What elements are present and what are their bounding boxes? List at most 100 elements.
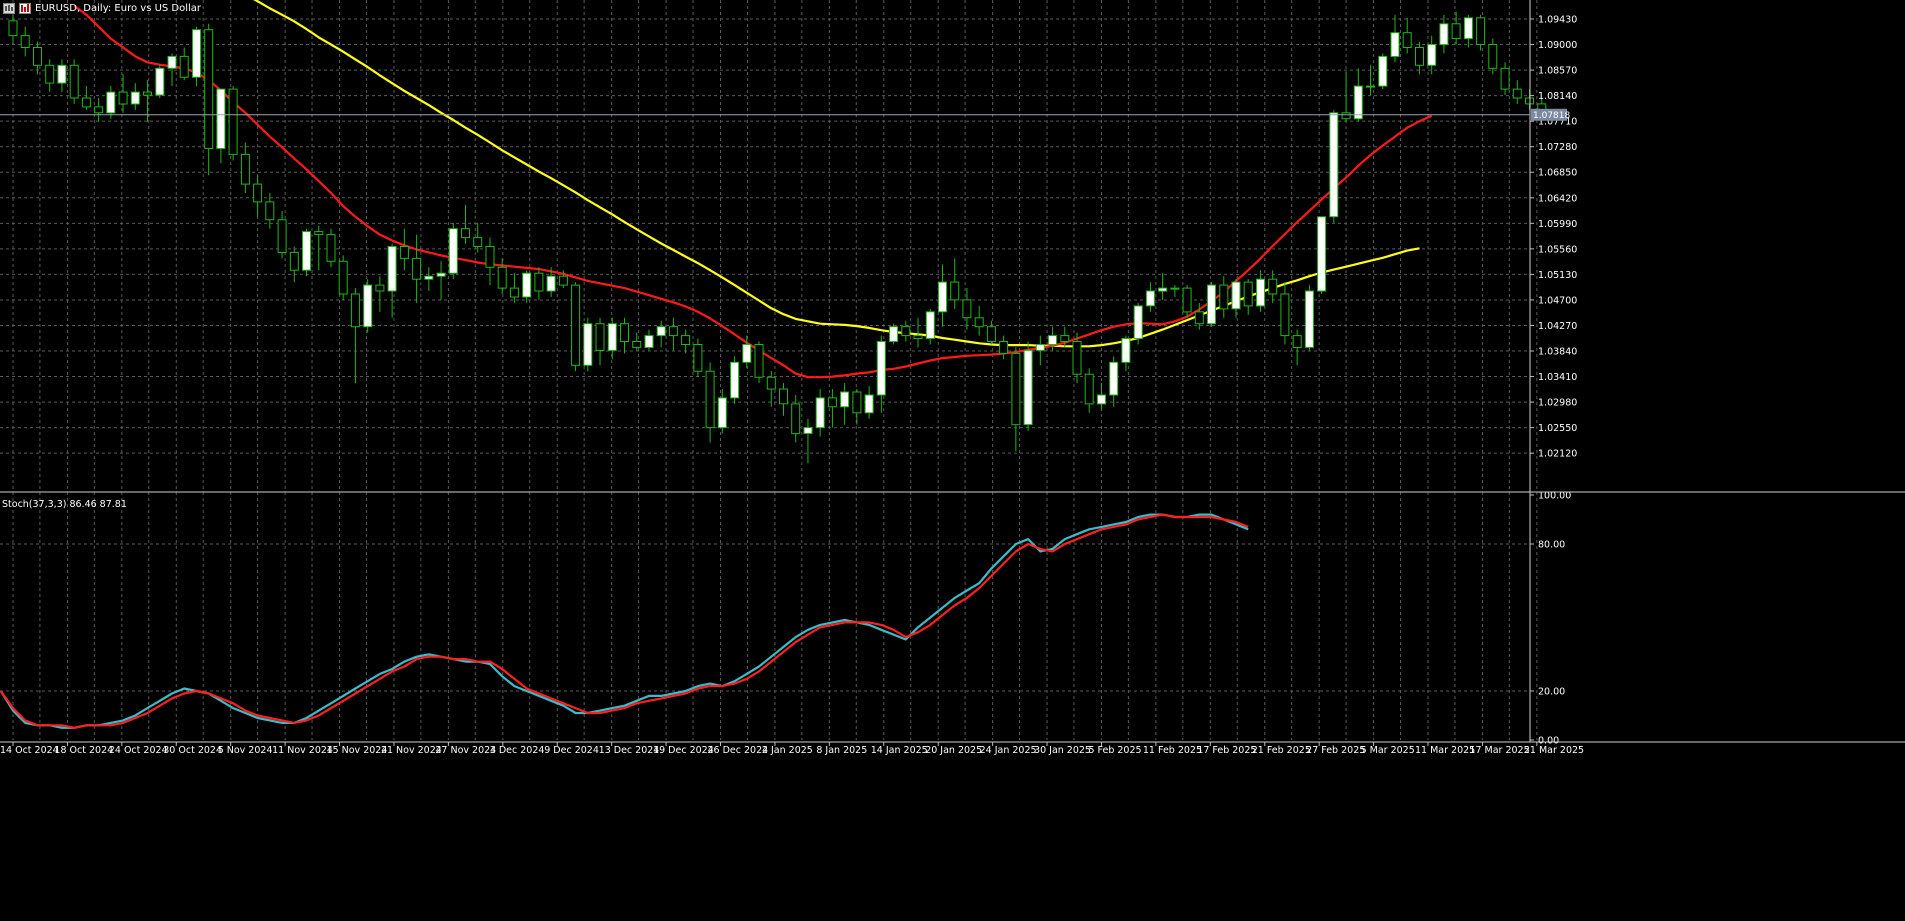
bull-candle xyxy=(1463,17,1473,40)
bear-candle xyxy=(1084,373,1094,405)
bear-candle xyxy=(1072,341,1082,375)
y-tick-label: 1.02550 xyxy=(1538,423,1577,434)
bear-candle xyxy=(779,388,788,405)
bear-candle xyxy=(375,284,385,292)
y-tick-label: 1.07280 xyxy=(1538,142,1577,153)
bear-candle xyxy=(1415,47,1424,66)
bull-candle xyxy=(192,29,201,78)
y-tick-label: 1.02980 xyxy=(1538,398,1577,409)
chart-header: EURUSD, Daily: Euro vs US Dollar xyxy=(3,1,201,15)
bear-candle xyxy=(1182,287,1192,313)
bull-candle xyxy=(1353,85,1363,120)
bear-candle xyxy=(473,237,483,248)
bear-candle xyxy=(1402,32,1412,49)
bear-candle xyxy=(693,344,703,372)
bull-candle xyxy=(302,231,311,271)
chart-canvas[interactable]: 1.094301.090001.085701.081401.077101.072… xyxy=(0,0,1905,917)
bear-candle xyxy=(1280,293,1290,337)
bear-candle xyxy=(571,284,581,366)
bear-candle xyxy=(118,91,128,105)
x-tick-label: 13 Dec 2024 xyxy=(599,745,660,756)
x-tick-label: 11 Mar 2025 xyxy=(1415,745,1475,756)
y-tick-label: 1.08570 xyxy=(1538,66,1577,77)
chart-window[interactable]: 1.09430 1.09000 1.08570 1.08140 1.07710 1.072… xyxy=(0,0,1905,917)
x-tick-label: 15 Nov 2024 xyxy=(327,745,388,756)
bear-candle xyxy=(632,341,642,348)
bear-candle xyxy=(1060,335,1070,343)
bull-candle xyxy=(1170,287,1180,290)
bull-candle xyxy=(717,397,727,429)
bull-candle xyxy=(1390,32,1400,57)
chart-type-icon[interactable] xyxy=(19,2,31,14)
stoch-title: Stoch(37,3,3) 86.46 87.81 xyxy=(2,499,127,510)
y-tick-label: 1.06420 xyxy=(1538,193,1577,204)
bear-candle xyxy=(33,47,42,66)
bull-candle xyxy=(106,91,116,114)
bear-candle xyxy=(179,55,189,78)
bull-candle xyxy=(1133,305,1143,340)
y-tick-label: 1.08140 xyxy=(1538,91,1577,102)
bear-candle xyxy=(289,251,299,271)
bull-candle xyxy=(730,361,740,399)
bull-candle xyxy=(57,64,67,84)
x-tick-label: 21 Feb 2025 xyxy=(1252,745,1311,756)
bear-candle xyxy=(228,88,238,155)
bull-candle xyxy=(742,344,752,363)
x-tick-label: 17 Feb 2025 xyxy=(1197,745,1256,756)
x-tick-label: 21 Nov 2024 xyxy=(381,745,442,756)
bear-candle xyxy=(326,234,336,262)
bear-candle xyxy=(253,183,263,203)
bear-candle xyxy=(1500,67,1510,90)
y-tick-label: 1.03410 xyxy=(1538,372,1577,383)
bull-candle xyxy=(1048,335,1057,346)
bear-candle xyxy=(913,335,923,340)
symbol-title: EURUSD, Daily: Euro vs US Dollar xyxy=(35,2,202,14)
bull-candle xyxy=(1109,361,1119,396)
x-tick-label: 14 Oct 2024 xyxy=(0,745,59,756)
x-tick-label: 18 Oct 2024 xyxy=(54,745,113,756)
bull-candle xyxy=(436,272,446,277)
x-tick-label: 19 Dec 2024 xyxy=(653,745,714,756)
bear-candle xyxy=(1512,88,1522,99)
bear-candle xyxy=(595,323,605,351)
bull-candle xyxy=(1256,278,1265,307)
bull-candle xyxy=(424,275,434,280)
bull-candle xyxy=(1231,281,1241,310)
bull-candle xyxy=(583,323,593,366)
bull-candle xyxy=(607,323,617,351)
bear-candle xyxy=(69,64,79,99)
bear-candle xyxy=(766,376,776,390)
y-tick-label: 1.04700 xyxy=(1538,295,1577,306)
bear-candle xyxy=(1341,112,1351,120)
current-price-label: 1.07818 xyxy=(1533,111,1570,121)
bull-candle xyxy=(1035,344,1045,351)
bear-candle xyxy=(277,219,287,254)
bear-candle xyxy=(1292,335,1302,349)
x-tick-label: 5 Feb 2025 xyxy=(1088,745,1141,756)
x-tick-label: 30 Oct 2024 xyxy=(163,745,222,756)
y-tick-label: 1.09000 xyxy=(1538,40,1577,51)
y-tick-label: 1.03840 xyxy=(1538,347,1577,358)
bull-candle xyxy=(1439,23,1449,46)
bear-candle xyxy=(45,64,55,84)
bear-candle xyxy=(94,106,104,114)
y-tick-label: 1.02120 xyxy=(1538,449,1577,460)
bull-candle xyxy=(1023,349,1033,426)
bear-candle xyxy=(986,326,996,343)
bull-candle xyxy=(889,326,899,343)
bull-candle xyxy=(815,397,825,429)
bear-candle xyxy=(314,231,324,236)
window-icon[interactable] xyxy=(3,2,15,14)
bear-candle xyxy=(20,35,30,48)
x-tick-label: 27 Feb 2025 xyxy=(1306,745,1365,756)
bull-candle xyxy=(1145,290,1155,307)
bear-candle xyxy=(240,153,250,185)
y-tick-label: 1.05130 xyxy=(1538,270,1577,281)
bull-candle xyxy=(938,281,947,313)
bull-candle xyxy=(130,91,140,105)
bear-candle xyxy=(1194,311,1204,325)
x-tick-label: 26 Dec 2024 xyxy=(708,745,769,756)
stoch-tick-label: 20.00 xyxy=(1538,687,1565,698)
bear-candle xyxy=(974,317,984,328)
bear-candle xyxy=(962,299,972,319)
